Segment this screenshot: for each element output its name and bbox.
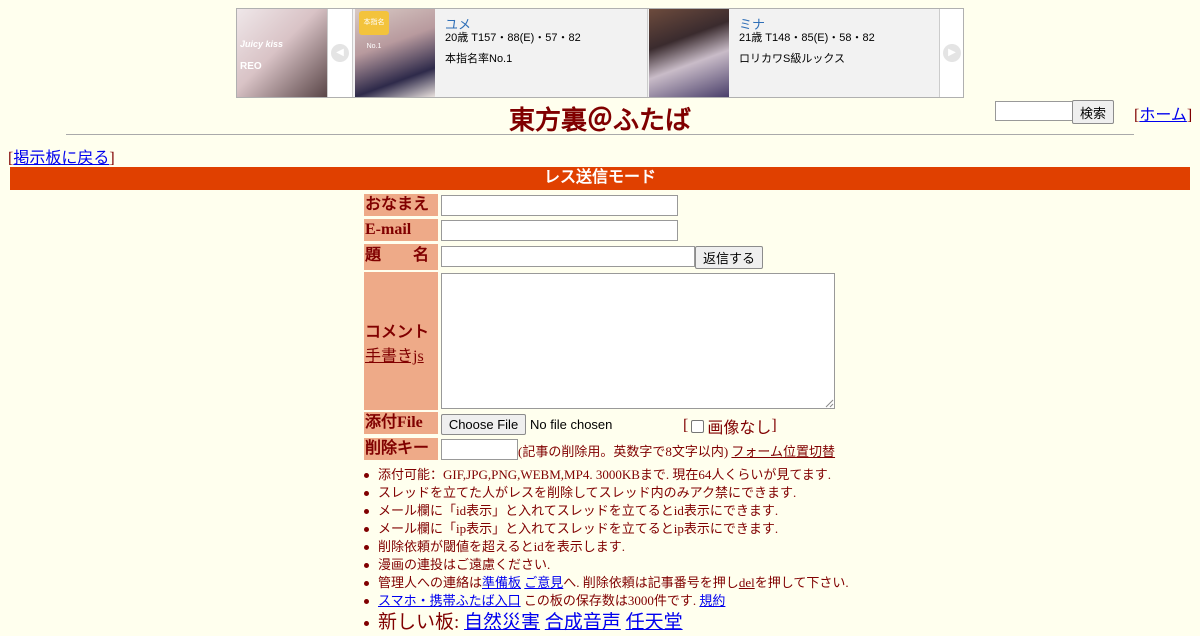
search-button[interactable]: 検索 (1072, 100, 1114, 124)
ad-logo-sub: REO (240, 61, 262, 72)
search-input[interactable] (995, 101, 1074, 121)
name-input[interactable] (441, 195, 678, 216)
no-image-label[interactable]: 画像なし (707, 414, 771, 438)
no-image-option: [ 画像なし ] (683, 414, 777, 438)
name-label: おなまえ (364, 194, 438, 216)
back-to-board-link[interactable]: 掲示板に戻る (13, 150, 109, 167)
delete-key-note: (記事の削除用。英数字で8文字以内) フォーム位置切替 (518, 441, 835, 460)
list-item: 添付可能：GIF,JPG,PNG,WEBM,MP4. 3000KBまで. 現在6… (364, 466, 849, 484)
ad-badge: 本指名No.1 (359, 11, 389, 50)
prep-board-link[interactable]: 準備板 (482, 575, 521, 590)
ad-photo[interactable]: 本指名No.1 (355, 9, 435, 97)
delete-key-hint: (記事の削除用。英数字で8文字以内) (518, 444, 729, 459)
home-link-wrapper: [ホーム] (1134, 107, 1193, 124)
resize-grip-icon[interactable] (824, 398, 834, 408)
subject-input[interactable] (441, 246, 695, 267)
contact-text-post: を押して下さい. (754, 575, 849, 590)
form-position-toggle-link[interactable]: フォーム位置切替 (731, 444, 835, 459)
ad-card-yume[interactable]: 本指名No.1 ユメ 20歳 T157・88(E)・57・82 本指名率No.1 (355, 9, 648, 97)
comment-label-cell: コメント 手書きjs (364, 272, 438, 410)
file-status: No file chosen (530, 417, 613, 432)
ad-logo-text: Juicy kiss (240, 39, 284, 49)
ad-photo[interactable] (649, 9, 729, 97)
reply-mode-bar: レス送信モード (10, 167, 1190, 190)
del-link[interactable]: del (739, 575, 755, 590)
ad-next-button[interactable]: ▶ (939, 9, 963, 97)
ad-card-desc: ロリカワS級ルックス (739, 53, 846, 65)
comment-textarea[interactable] (441, 273, 835, 409)
delete-key-label: 削除キー (364, 438, 438, 460)
comment-label: コメント (365, 324, 430, 341)
header-divider (66, 134, 1134, 135)
mobile-entrance-link[interactable]: スマホ・携帯ふたば入口 (378, 593, 521, 608)
chevron-left-icon: ◀ (331, 44, 349, 62)
list-item-contact: 管理人への連絡は準備板 ご意見へ. 削除依頼は記事番号を押しdelを押して下さい… (364, 574, 849, 592)
delete-key-input[interactable] (441, 439, 518, 460)
list-item: 漫画の連投はご遠慮ください. (364, 556, 849, 574)
handwrite-js-link[interactable]: 手書きjs (365, 348, 424, 365)
choose-file-button[interactable]: Choose File (441, 414, 526, 435)
ad-card-stats: 21歳 T148・85(E)・58・82 (739, 32, 875, 44)
list-item-new-boards: 新しい板: 自然災害 合成音声 任天堂 (364, 610, 849, 636)
ad-prev-button[interactable]: ◀ (327, 9, 353, 97)
contact-text-pre: 管理人への連絡は (378, 575, 483, 590)
board-notes: 添付可能：GIF,JPG,PNG,WEBM,MP4. 3000KBまで. 現在6… (364, 466, 849, 636)
file-label: 添付File (364, 412, 438, 434)
feedback-link[interactable]: ご意見 (524, 575, 563, 590)
ad-card-stats: 20歳 T157・88(E)・57・82 (445, 32, 581, 44)
contact-text-mid: へ. 削除依頼は記事番号を押し (563, 575, 739, 590)
list-item: メール欄に「id表示」と入れてスレッドを立てるとid表示にできます. (364, 502, 849, 520)
email-label: E-mail (364, 219, 438, 241)
list-item: メール欄に「ip表示」と入れてスレッドを立てるとip表示にできます. (364, 520, 849, 538)
chevron-right-icon: ▶ (943, 44, 961, 62)
ad-card-mina[interactable]: ミナ 21歳 T148・85(E)・58・82 ロリカワS級ルックス (649, 9, 940, 97)
email-input[interactable] (441, 220, 678, 241)
list-item: 削除依頼が閾値を超えるとidを表示します. (364, 538, 849, 556)
list-item-mobile: スマホ・携帯ふたば入口 この板の保存数は3000件です. 規約 (364, 592, 849, 610)
ad-card-desc: 本指名率No.1 (445, 53, 513, 65)
back-link-wrapper: [掲示板に戻る] (8, 150, 115, 167)
ad-banner[interactable]: Juicy kiss REO ◀ 本指名No.1 ユメ 20歳 T157・88(… (236, 8, 964, 98)
storage-note: この板の保存数は3000件です. (520, 593, 700, 608)
home-link[interactable]: ホーム (1139, 107, 1187, 124)
list-item: スレッドを立てた人がレスを削除してスレッド内のみアク禁にできます. (364, 484, 849, 502)
ad-logo-image[interactable]: Juicy kiss REO (237, 9, 327, 97)
submit-reply-button[interactable]: 返信する (695, 246, 763, 269)
terms-link[interactable]: 規約 (699, 593, 725, 608)
subject-label: 題 名 (364, 244, 438, 270)
no-image-checkbox[interactable] (691, 419, 705, 433)
